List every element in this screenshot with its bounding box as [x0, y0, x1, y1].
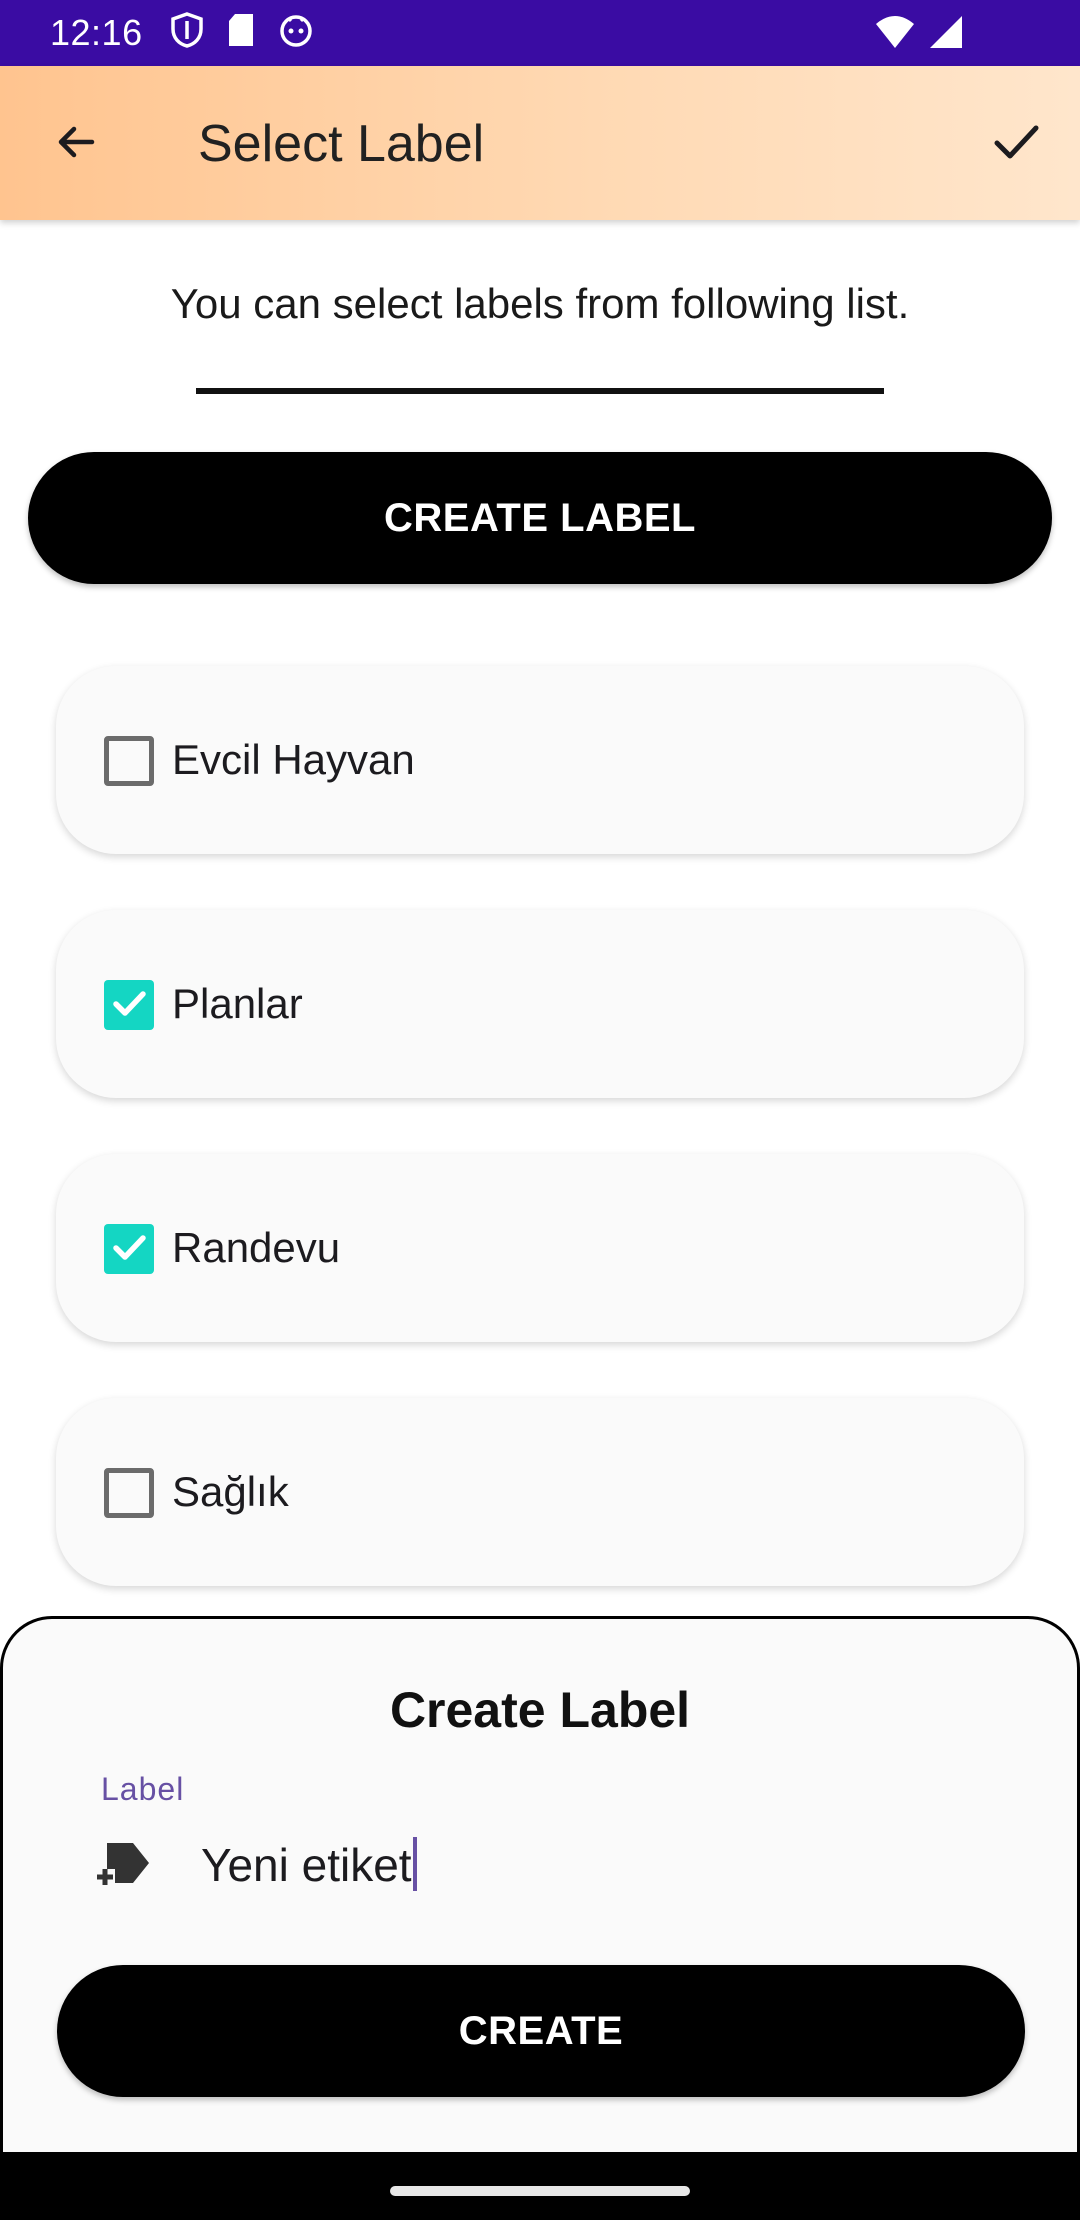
- label-name: Evcil Hayvan: [172, 736, 415, 783]
- status-bar: 12:16: [0, 0, 1080, 66]
- label-card-saglik[interactable]: Sağlık: [56, 1398, 1024, 1586]
- checkbox-evcil-hayvan[interactable]: [104, 736, 154, 786]
- wifi-icon: [874, 14, 916, 55]
- new-label-icon: [95, 1837, 153, 1896]
- label-name: Planlar: [172, 980, 303, 1027]
- signal-icon: [928, 14, 964, 55]
- label-card-evcil-hayvan[interactable]: Evcil Hayvan: [56, 666, 1024, 854]
- arrow-left-icon: [52, 118, 100, 171]
- sheet-title: Create Label: [389, 1682, 691, 1738]
- shield-icon: [170, 12, 204, 53]
- checkbox-planlar[interactable]: [104, 980, 154, 1030]
- check-icon: [990, 116, 1042, 173]
- label-card-planlar[interactable]: Planlar: [56, 910, 1024, 1098]
- checkbox-saglik[interactable]: [104, 1468, 154, 1518]
- label-name: Randevu: [172, 1224, 341, 1271]
- home-handle[interactable]: [390, 2186, 690, 2196]
- instruction-text: You can select labels from following lis…: [170, 280, 910, 327]
- label-name: Sağlık: [172, 1468, 289, 1515]
- label-input-value: Yeni etiket: [201, 1839, 412, 1891]
- sd-card-icon: [226, 12, 256, 53]
- checkbox-randevu[interactable]: [104, 1224, 154, 1274]
- back-button[interactable]: [40, 108, 112, 180]
- create-button[interactable]: CREATE: [57, 1965, 1025, 2097]
- create-label-sheet: Create Label Label Yeni etiket CREATE: [0, 1616, 1080, 2220]
- android-icon: [278, 12, 314, 53]
- confirm-button[interactable]: [980, 108, 1052, 180]
- label-input[interactable]: Yeni etiket: [201, 1837, 417, 1892]
- page-title: Select Label: [198, 115, 485, 173]
- text-caret: [412, 1837, 417, 1891]
- app-bar: Select Label: [0, 66, 1080, 220]
- navigation-bar: [0, 2152, 1080, 2220]
- divider: [196, 388, 884, 394]
- create-label-button[interactable]: CREATE LABEL: [28, 452, 1052, 584]
- label-field-label: Label: [101, 1771, 185, 1807]
- check-icon: [109, 983, 149, 1028]
- check-icon: [109, 1227, 149, 1272]
- label-card-randevu[interactable]: Randevu: [56, 1154, 1024, 1342]
- status-time: 12:16: [50, 12, 143, 53]
